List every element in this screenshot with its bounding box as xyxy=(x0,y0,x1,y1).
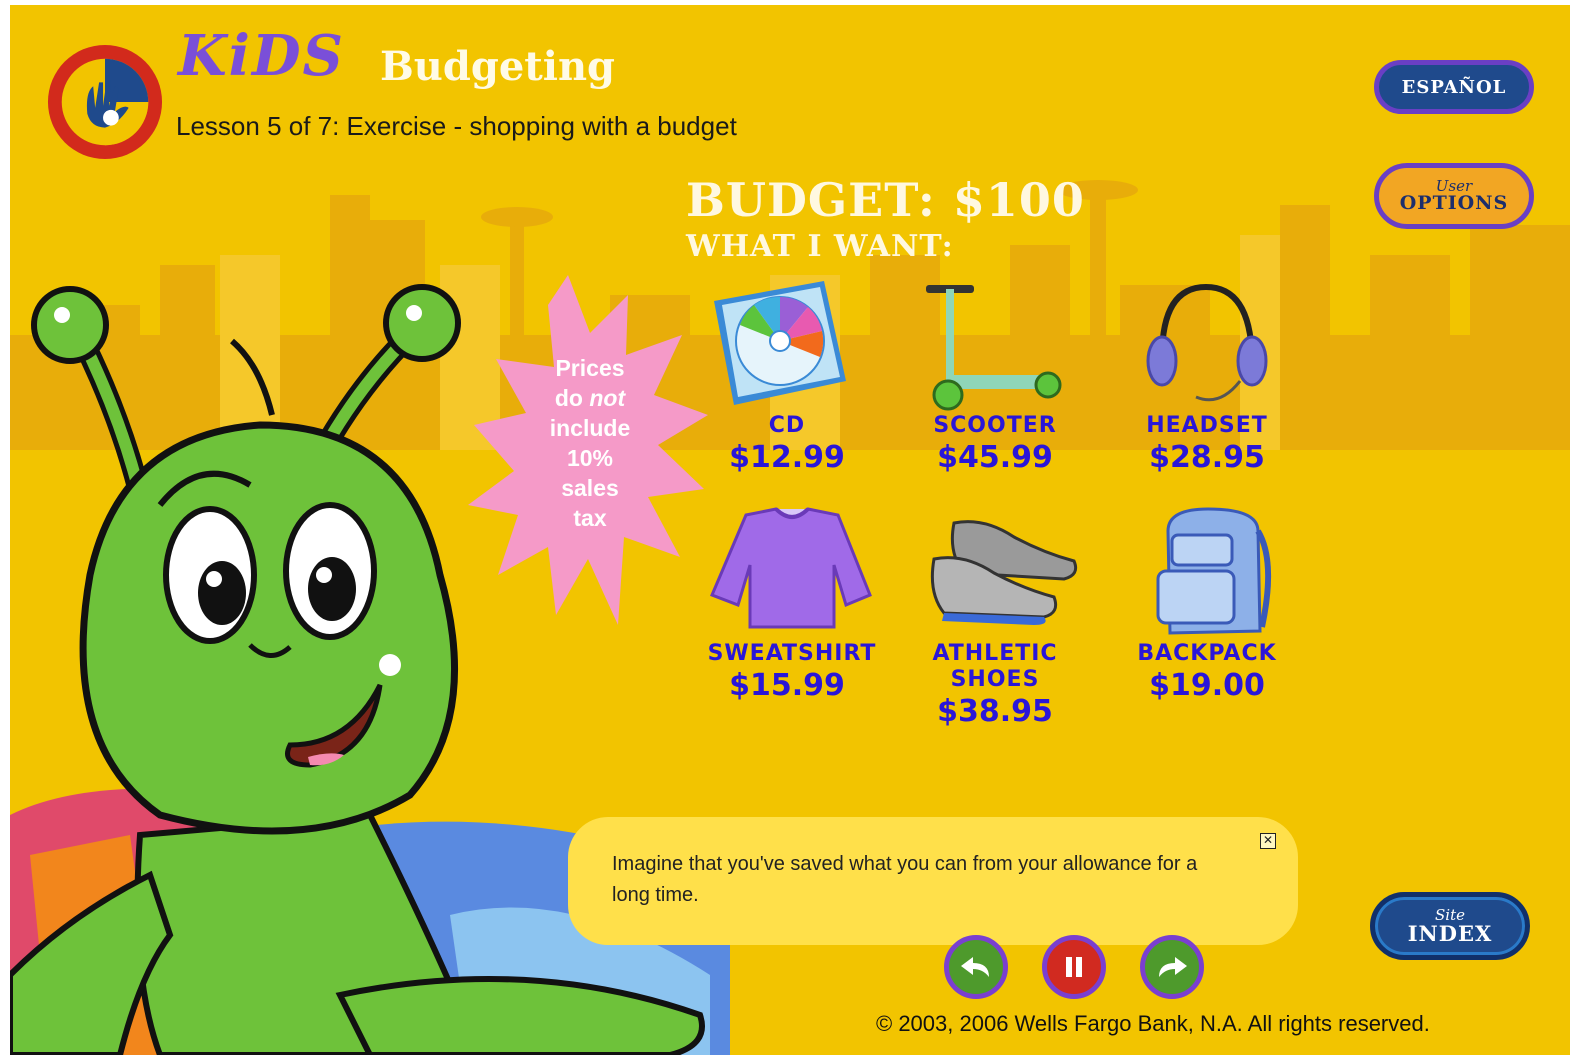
budget-title: BUDGET: $100 xyxy=(686,173,1085,227)
scooter-icon[interactable] xyxy=(918,277,1068,417)
product-name-shoes: SHOES xyxy=(950,667,1040,692)
product-price-headset: $28.95 xyxy=(1149,440,1265,475)
speech-text: Imagine that you've saved what you can f… xyxy=(612,853,1198,906)
user-options-label: OPTIONS xyxy=(1399,192,1509,214)
product-name-scooter: SCOOTER xyxy=(933,413,1057,438)
backpack-icon[interactable] xyxy=(1148,501,1278,641)
next-arrow-icon xyxy=(1159,957,1187,977)
product-price-backpack: $19.00 xyxy=(1149,668,1265,703)
product-name-athletic: ATHLETIC xyxy=(932,641,1058,666)
kids-brand: KiDS xyxy=(178,23,345,89)
lesson-stage: KiDS Budgeting Lesson 5 of 7: Exercise -… xyxy=(10,5,1570,1055)
product-price-athletic-shoes: $38.95 xyxy=(937,694,1053,729)
product-name-headset: HEADSET xyxy=(1146,413,1268,438)
kids-logo[interactable] xyxy=(46,43,164,161)
back-button[interactable] xyxy=(944,935,1008,999)
site-index-label: INDEX xyxy=(1407,921,1493,946)
pause-button[interactable] xyxy=(1042,935,1106,999)
copyright-notice: © 2003, 2006 Wells Fargo Bank, N.A. All … xyxy=(876,1011,1430,1036)
espanol-label: ESPAÑOL xyxy=(1401,76,1507,98)
site-index-button[interactable]: Site INDEX xyxy=(1370,892,1530,960)
product-name-backpack: BACKPACK xyxy=(1137,641,1277,666)
headset-icon[interactable] xyxy=(1140,277,1270,417)
lesson-title: Lesson 5 of 7: Exercise - shopping with … xyxy=(176,111,737,141)
section-title: Budgeting xyxy=(380,43,615,90)
pause-icon xyxy=(1066,957,1082,977)
product-price-scooter: $45.99 xyxy=(937,440,1053,475)
want-subtitle: WHAT I WANT: xyxy=(686,229,954,264)
espanol-button[interactable]: ESPAÑOL xyxy=(1374,60,1534,114)
close-bubble-button[interactable]: ✕ xyxy=(1260,833,1276,849)
back-arrow-icon xyxy=(961,957,989,977)
user-options-button[interactable]: User OPTIONS xyxy=(1374,163,1534,229)
next-button[interactable] xyxy=(1140,935,1204,999)
athletic-shoes-icon[interactable] xyxy=(924,513,1084,629)
sweatshirt-icon[interactable] xyxy=(706,505,876,633)
